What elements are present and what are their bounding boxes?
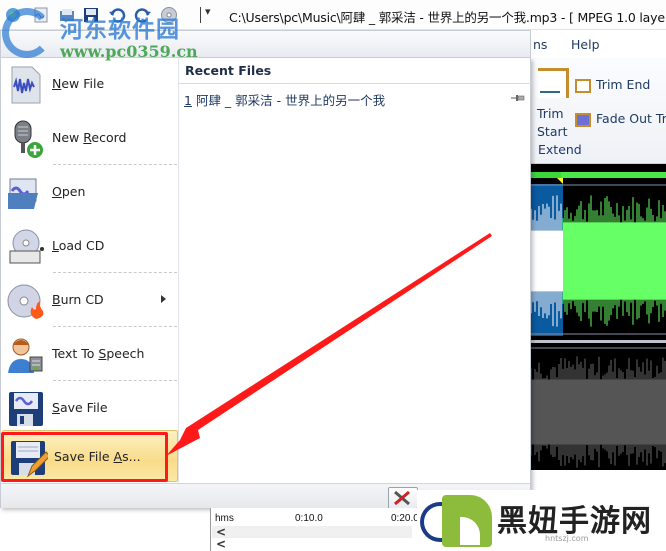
recent-file-name: 阿肆 _ 郭采洁 - 世界上的另一个我 (195, 93, 386, 108)
open-icon (8, 178, 38, 209)
toolbar-separator (200, 7, 201, 23)
wave-body (531, 379, 666, 445)
scroll-left-button-2[interactable]: < (216, 537, 226, 551)
menu-divider (53, 164, 177, 165)
trim-end-icon (575, 79, 591, 93)
load-cd-icon (9, 229, 44, 264)
ruler-unit-label: hms (215, 513, 234, 524)
text-to-speech-icon (8, 338, 43, 373)
tools-icon (394, 490, 410, 506)
waveform-canvas (531, 178, 666, 468)
menu-item-label: Text To Speech (52, 346, 145, 361)
trim-start-label-line2: Start (537, 124, 568, 139)
file-menu-commands: New File New Record Open Load CD Burn CD… (1, 58, 179, 483)
wave-body (563, 222, 666, 300)
menu-divider (53, 272, 177, 273)
fade-out-trim-label: Fade Out Tr (596, 111, 666, 126)
menu-item-label: New File (52, 76, 105, 91)
menu-item-burn-cd[interactable]: Burn CD (1, 274, 179, 328)
menu-item-open[interactable]: Open (1, 166, 179, 220)
fade-out-trim-icon (575, 113, 591, 127)
watermark-logo (2, 8, 52, 58)
trim-start-label-line1: Trim (537, 106, 564, 121)
recent-file-label: 1 阿肆 _ 郭采洁 - 世界上的另一个我 (184, 90, 385, 109)
new-record-icon (14, 120, 43, 158)
watermark-logo-leaf (442, 495, 492, 547)
waveform-channel-2 (531, 356, 666, 468)
customize-toolbar-button[interactable]: ▾ (205, 5, 211, 18)
menu-item-label: Open (52, 184, 86, 199)
selection-marker (557, 178, 563, 184)
extend-group-label: Extend (538, 142, 582, 157)
track-separator (531, 340, 666, 343)
menu-item-label: New Record (52, 130, 127, 145)
menu-divider (53, 380, 177, 381)
ruler-tick-label: 0:10.0 (295, 513, 323, 524)
recent-files-title: Recent Files (185, 63, 272, 78)
watermark-text: 河东软件园 (60, 16, 180, 43)
window-title: C:\Users\pc\Music\阿肆 _ 郭采洁 - 世界上的另一个我.mp… (229, 10, 666, 25)
options-button[interactable] (388, 487, 418, 509)
trim-end-label: Trim End (596, 77, 651, 92)
menu-divider (53, 326, 177, 327)
submenu-arrow-icon (161, 295, 166, 303)
scroll-strip (212, 526, 412, 538)
menu-item-label: Save File (52, 400, 108, 415)
new-file-icon (11, 66, 41, 104)
waveform-view[interactable] (531, 164, 666, 470)
wave-body-selected (531, 230, 563, 292)
watermark-logo-c (420, 502, 442, 542)
annotation-highlight-box (1, 432, 168, 482)
pin-icon[interactable] (511, 93, 525, 103)
watermark-bottom-right: 黑妞手游网 hntszj.com (417, 490, 666, 551)
save-file-icon (9, 392, 43, 426)
menu-bar: ns Help (531, 30, 666, 58)
recent-files-separator (179, 83, 531, 84)
menu-item-new-file[interactable]: New File (1, 58, 179, 112)
trim-start-icon (538, 68, 569, 98)
menu-item-load-cd[interactable]: Load CD (1, 220, 179, 274)
tab-help[interactable]: Help (571, 37, 600, 52)
recent-file-index: 1 (184, 93, 192, 108)
menu-item-text-to-speech[interactable]: Text To Speech (1, 328, 179, 382)
tab-options[interactable]: ns (533, 37, 547, 52)
menu-item-label: Burn CD (52, 292, 104, 307)
burn-cd-icon (7, 284, 44, 319)
watermark-url-2: hntszj.com (545, 534, 589, 543)
watermark-url: www.pc0359.cn (60, 42, 198, 61)
menu-item-label: Load CD (52, 238, 105, 253)
ruler-tick-label: 0:20.0 (391, 513, 419, 524)
menu-item-new-record[interactable]: New Record (1, 112, 179, 166)
recent-file-item[interactable]: 1 阿肆 _ 郭采洁 - 世界上的另一个我 (184, 89, 529, 109)
menu-item-save-file[interactable]: Save File (1, 382, 179, 436)
ribbon: Trim Start Extend Trim End Fade Out Tr (531, 58, 666, 164)
